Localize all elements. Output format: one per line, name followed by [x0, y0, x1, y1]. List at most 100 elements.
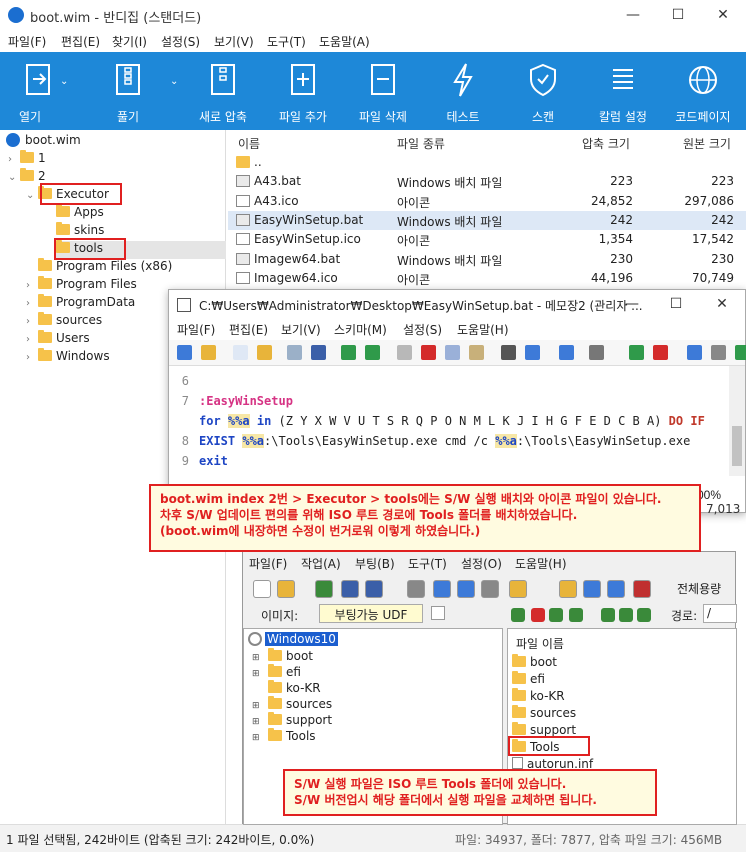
save-icon[interactable]: [287, 345, 302, 360]
tree-item-programdata[interactable]: › ProgramData: [26, 294, 135, 313]
file-row[interactable]: EasyWinSetup.bat Windows 배치 파일 242 242: [228, 210, 746, 230]
scan-button[interactable]: 스캔: [507, 52, 579, 130]
tree-item-1[interactable]: › 1: [8, 150, 46, 169]
properties-icon[interactable]: [431, 606, 445, 620]
iso-root[interactable]: Windows10: [248, 632, 338, 649]
np-menu-help[interactable]: 도움말(H): [457, 321, 509, 338]
options-icon[interactable]: [509, 580, 527, 598]
file-row[interactable]: EasyWinSetup.ico 아이콘 1,354 17,542: [228, 230, 746, 249]
expand-icon[interactable]: ⊞: [252, 701, 262, 711]
iso-tree-item[interactable]: ⊞ boot: [252, 648, 313, 666]
open-dropdown-icon[interactable]: ⌄: [60, 76, 68, 87]
column-header-type[interactable]: 파일 종류: [397, 135, 445, 152]
expand-icon[interactable]: ›: [26, 280, 38, 291]
tree-item-program-files-x86[interactable]: Program Files (x86): [26, 258, 172, 277]
compress-icon[interactable]: [457, 580, 475, 598]
iso-tree-item[interactable]: ⊞ support: [252, 712, 332, 730]
new-folder-icon[interactable]: [549, 608, 563, 622]
expand-icon[interactable]: ›: [26, 316, 38, 327]
file-row[interactable]: A43.bat Windows 배치 파일 223 223: [228, 172, 746, 191]
cut-icon[interactable]: [397, 345, 412, 360]
tree-item-users[interactable]: › Users: [26, 330, 90, 349]
settings-icon[interactable]: [711, 345, 726, 360]
column-header-name[interactable]: 이름: [238, 135, 260, 152]
menu-tools[interactable]: 도구(T): [267, 33, 306, 50]
np-menu-file[interactable]: 파일(F): [177, 321, 215, 338]
expand-icon[interactable]: ›: [8, 154, 20, 165]
column-header-size[interactable]: 원본 크기: [683, 135, 731, 152]
notepad-close-button[interactable]: ✕: [699, 290, 745, 318]
uiso-menu-file[interactable]: 파일(F): [249, 555, 287, 572]
column-header-packed[interactable]: 압축 크기: [582, 135, 630, 152]
notepad-minimize-button[interactable]: —: [609, 290, 655, 318]
notepad-maximize-button[interactable]: ☐: [653, 290, 699, 318]
redo-icon[interactable]: [365, 345, 380, 360]
iso-file-row[interactable]: boot: [512, 654, 557, 672]
collapse-icon[interactable]: ⌄: [26, 190, 38, 201]
expand-icon[interactable]: ›: [26, 298, 38, 309]
uiso-menu-help[interactable]: 도움말(H): [515, 555, 567, 572]
add-files-button[interactable]: 파일 추가: [266, 52, 340, 130]
new-icon[interactable]: [253, 580, 271, 598]
tree-item-apps[interactable]: Apps: [56, 204, 104, 223]
info-icon[interactable]: [583, 580, 601, 598]
menu-edit[interactable]: 편집(E): [61, 33, 100, 50]
new-doc-icon[interactable]: [233, 345, 248, 360]
paste-icon[interactable]: [469, 345, 484, 360]
scheme-icon[interactable]: [687, 345, 702, 360]
refresh-icon[interactable]: [601, 608, 615, 622]
iso-tree-item[interactable]: ⊞ Tools: [252, 728, 316, 746]
tree-item-program-files[interactable]: › Program Files: [26, 276, 137, 295]
save-as-icon[interactable]: [311, 345, 326, 360]
mount-icon[interactable]: [433, 580, 451, 598]
remove-icon[interactable]: [531, 608, 545, 622]
more-icon[interactable]: [735, 345, 746, 360]
extract-button[interactable]: ⌄ 풀기: [88, 52, 178, 130]
delete-files-button[interactable]: 파일 삭제: [346, 52, 420, 130]
iso-tree-item[interactable]: ⊞ efi: [252, 664, 301, 682]
undo-icon[interactable]: [341, 345, 356, 360]
menu-help[interactable]: 도움말(A): [319, 33, 370, 50]
file-row[interactable]: ..: [228, 153, 746, 172]
open-file-icon[interactable]: [201, 345, 216, 360]
burn-icon[interactable]: [407, 580, 425, 598]
save-as-icon[interactable]: [365, 580, 383, 598]
word-wrap-icon[interactable]: [559, 345, 574, 360]
new-archive-button[interactable]: 새로 압축: [186, 52, 260, 130]
iso-tree-item[interactable]: ko-KR: [252, 680, 321, 698]
file-row[interactable]: Imagew64.ico 아이콘 44,196 70,749: [228, 269, 746, 288]
test-button[interactable]: 테스트: [428, 52, 498, 130]
zoom-out-icon[interactable]: [653, 345, 668, 360]
check-icon[interactable]: [481, 580, 499, 598]
delete-icon[interactable]: [421, 345, 436, 360]
extract-dropdown-icon[interactable]: ⌄: [170, 76, 178, 87]
open-button[interactable]: ⌄ 열기: [0, 52, 78, 130]
image-type-field[interactable]: 부팅가능 UDF: [319, 604, 423, 623]
path-field[interactable]: /: [703, 604, 737, 623]
iso-tree-item[interactable]: ⊞ sources: [252, 696, 332, 714]
menu-view[interactable]: 보기(V): [214, 33, 254, 50]
help-icon[interactable]: [607, 580, 625, 598]
minimize-button[interactable]: —: [610, 0, 656, 30]
scrollbar-thumb[interactable]: [732, 426, 742, 466]
open-doc-icon[interactable]: [257, 345, 272, 360]
uiso-menu-tools[interactable]: 도구(T): [408, 555, 447, 572]
add-icon[interactable]: [511, 608, 525, 622]
replace-icon[interactable]: [525, 345, 540, 360]
rename-icon[interactable]: [569, 608, 583, 622]
menu-file[interactable]: 파일(F): [8, 33, 46, 50]
list-view-icon[interactable]: [589, 345, 604, 360]
collapse-icon[interactable]: ⌄: [8, 172, 20, 183]
iso-column-filename[interactable]: 파일 이름: [516, 635, 564, 652]
uiso-menu-boot[interactable]: 부팅(B): [355, 555, 395, 572]
save-icon[interactable]: [341, 580, 359, 598]
expand-icon[interactable]: ⊞: [252, 733, 262, 743]
export-icon[interactable]: [559, 580, 577, 598]
np-menu-edit[interactable]: 편집(E): [229, 321, 268, 338]
codepage-button[interactable]: 코드페이지: [666, 52, 740, 130]
open-icon[interactable]: [277, 580, 295, 598]
copy-icon[interactable]: [445, 345, 460, 360]
menu-settings[interactable]: 설정(S): [161, 33, 200, 50]
find-icon[interactable]: [501, 345, 516, 360]
exit-icon[interactable]: [633, 580, 651, 598]
